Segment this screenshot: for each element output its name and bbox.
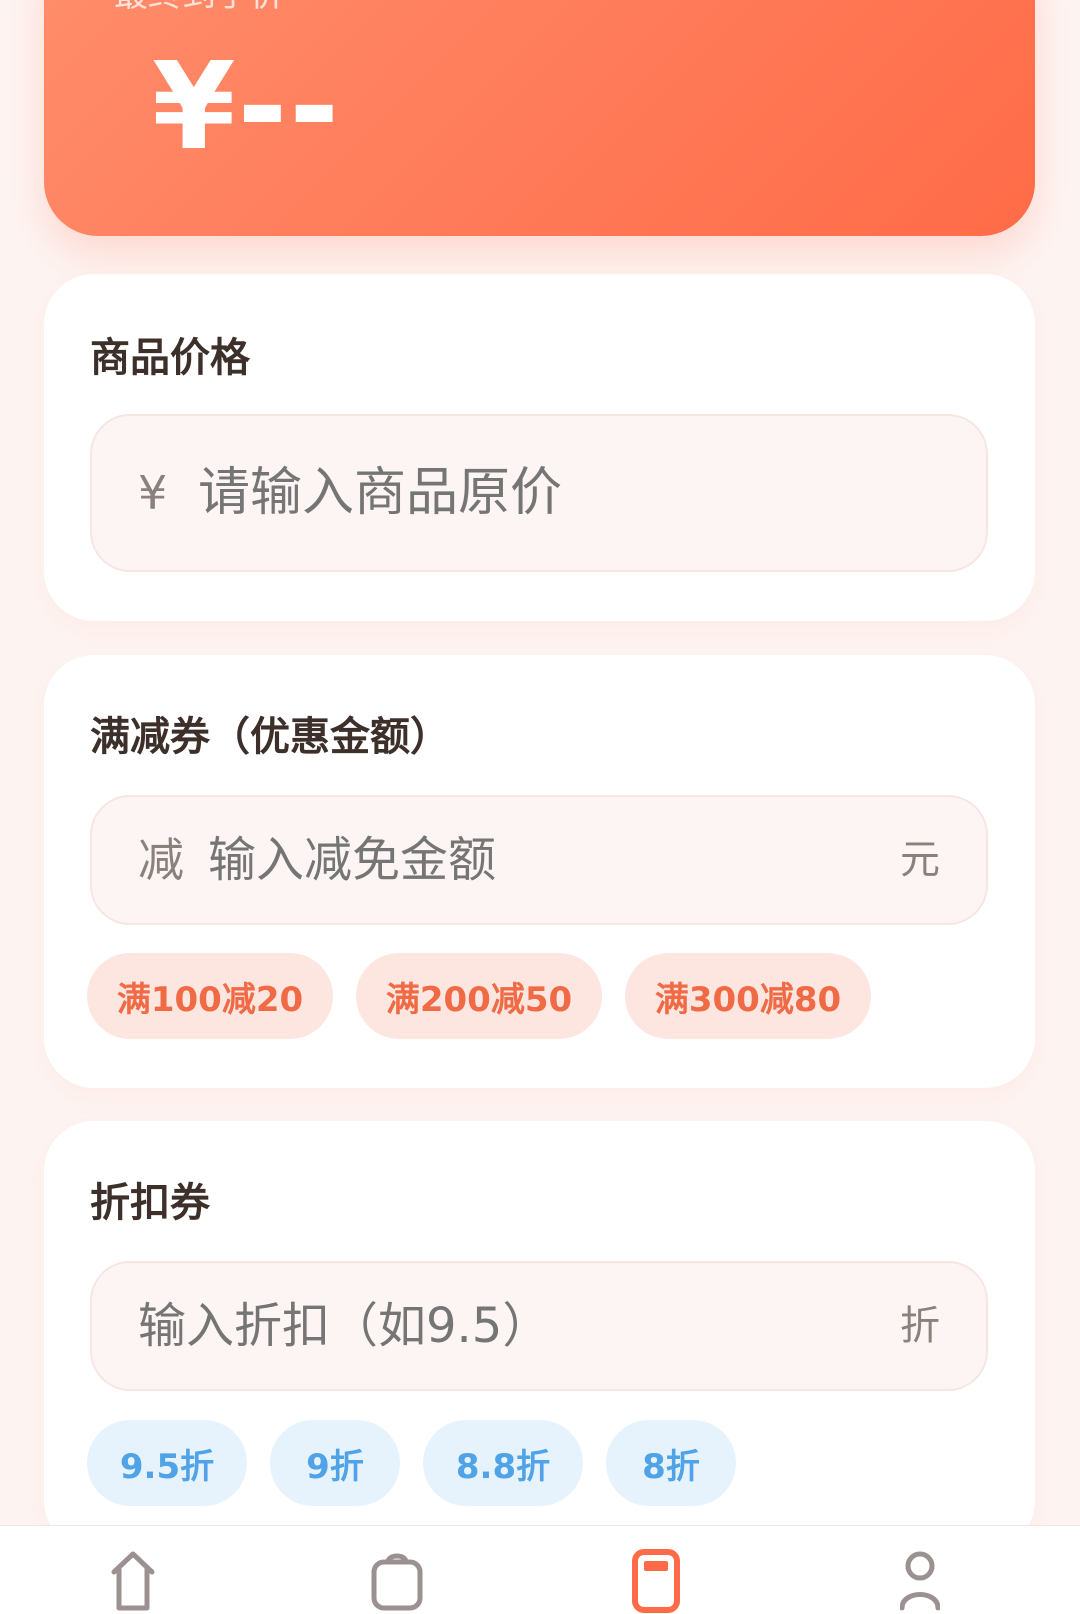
price-card: 商品价格 ¥	[44, 274, 1035, 621]
profile-icon[interactable]	[900, 1548, 940, 1614]
discount-chip-9-5[interactable]: 9.5折	[87, 1420, 247, 1506]
discount-chip-8-8[interactable]: 8.8折	[423, 1420, 583, 1506]
coupon-chip-300-80[interactable]: 满300减80	[625, 953, 871, 1039]
price-title: 商品价格	[90, 335, 250, 381]
coupon-input[interactable]	[208, 832, 848, 888]
coupon-chip-200-50[interactable]: 满200减50	[356, 953, 602, 1039]
coupon-chip-100-20[interactable]: 满100减20	[87, 953, 333, 1039]
discount-card: 折扣券 折 9.5折 9折 8.8折 8折	[44, 1121, 1035, 1551]
bag-icon[interactable]	[370, 1548, 424, 1614]
result-label: 最终到手价	[114, 0, 284, 12]
price-input-box[interactable]: ¥	[90, 414, 988, 572]
bottom-nav	[0, 1525, 1080, 1614]
discount-input-box[interactable]: 折	[90, 1261, 988, 1391]
coupon-title: 满减券（优惠金额）	[90, 714, 450, 760]
discount-title: 折扣券	[90, 1180, 210, 1226]
price-input[interactable]	[198, 463, 938, 523]
calculator-icon[interactable]	[632, 1548, 680, 1614]
yuan-suffix: 元	[900, 837, 940, 883]
home-icon[interactable]	[110, 1548, 156, 1614]
discount-chip-8[interactable]: 8折	[606, 1420, 736, 1506]
coupon-card: 满减券（优惠金额） 减 元 满100减20 满200减50 满300减80	[44, 655, 1035, 1088]
reduce-prefix: 减	[138, 833, 184, 887]
result-card: 最终到手价 ¥--	[44, 0, 1035, 236]
coupon-input-box[interactable]: 减 元	[90, 795, 988, 925]
discount-input[interactable]	[138, 1298, 838, 1354]
yen-prefix: ¥	[138, 466, 168, 520]
discount-chip-9[interactable]: 9折	[270, 1420, 400, 1506]
final-price: ¥--	[152, 38, 342, 177]
zhe-suffix: 折	[900, 1303, 940, 1349]
